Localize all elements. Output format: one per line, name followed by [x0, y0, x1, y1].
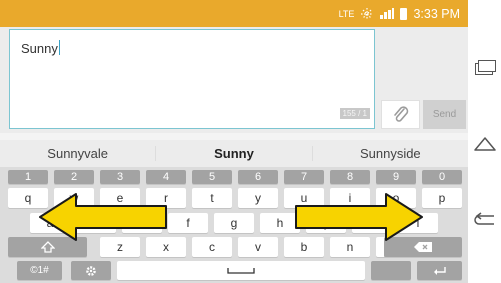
- symbols-key[interactable]: ©1#: [17, 261, 62, 280]
- key-2[interactable]: 2: [54, 170, 94, 184]
- signal-icon: [380, 8, 395, 19]
- data-activity-icon: [361, 7, 374, 20]
- space-key[interactable]: [117, 261, 365, 280]
- key-v[interactable]: v: [238, 237, 278, 257]
- recent-apps-icon[interactable]: [478, 60, 496, 72]
- key-g[interactable]: g: [214, 213, 254, 233]
- key-y[interactable]: y: [238, 188, 278, 208]
- swipe-left-arrow-icon: [39, 193, 167, 241]
- key-5[interactable]: 5: [192, 170, 232, 184]
- suggestion-bar: Sunnyvale Sunny Sunnyside: [0, 140, 468, 167]
- key-7[interactable]: 7: [284, 170, 324, 184]
- key-4[interactable]: 4: [146, 170, 186, 184]
- backspace-icon: [414, 242, 432, 252]
- key-p[interactable]: p: [422, 188, 462, 208]
- network-type: LTE: [338, 8, 355, 19]
- home-icon[interactable]: [474, 137, 496, 151]
- key-c[interactable]: c: [192, 237, 232, 257]
- key-0[interactable]: 0: [422, 170, 462, 184]
- status-bar: LTE 3:33 PM: [0, 0, 468, 27]
- screen: LTE 3:33 PM Sunny 155 / 1 Send Sunnyvale…: [0, 0, 468, 283]
- message-text: Sunny: [21, 41, 58, 56]
- back-icon[interactable]: [474, 212, 496, 226]
- key-1[interactable]: 1: [8, 170, 48, 184]
- key-8[interactable]: 8: [330, 170, 370, 184]
- gear-icon: [86, 265, 96, 276]
- compose-area: Sunny 155 / 1 Send: [0, 27, 468, 133]
- space-icon: [227, 267, 255, 274]
- send-button[interactable]: Send: [423, 100, 466, 129]
- key-t[interactable]: t: [192, 188, 232, 208]
- enter-icon: [433, 266, 446, 275]
- key-9[interactable]: 9: [376, 170, 416, 184]
- message-input[interactable]: Sunny 155 / 1: [9, 29, 375, 129]
- suggestion-center[interactable]: Sunny: [155, 146, 313, 161]
- suggestion-left[interactable]: Sunnyvale: [0, 146, 155, 161]
- clock: 3:33 PM: [413, 6, 460, 21]
- key-f[interactable]: f: [168, 213, 208, 233]
- suggestion-right[interactable]: Sunnyside: [313, 146, 468, 161]
- enter-key[interactable]: [417, 261, 462, 280]
- key-3[interactable]: 3: [100, 170, 140, 184]
- paperclip-icon: [393, 105, 408, 122]
- swipe-right-arrow-icon: [295, 193, 423, 241]
- battery-icon: [400, 7, 408, 20]
- settings-key[interactable]: [71, 261, 111, 280]
- character-counter: 155 / 1: [339, 108, 370, 119]
- navigation-bar: [468, 0, 501, 283]
- text-cursor: [58, 40, 60, 55]
- shift-icon: [40, 241, 55, 253]
- key-6[interactable]: 6: [238, 170, 278, 184]
- attach-button[interactable]: [381, 100, 420, 129]
- punctuation-key[interactable]: [371, 261, 411, 280]
